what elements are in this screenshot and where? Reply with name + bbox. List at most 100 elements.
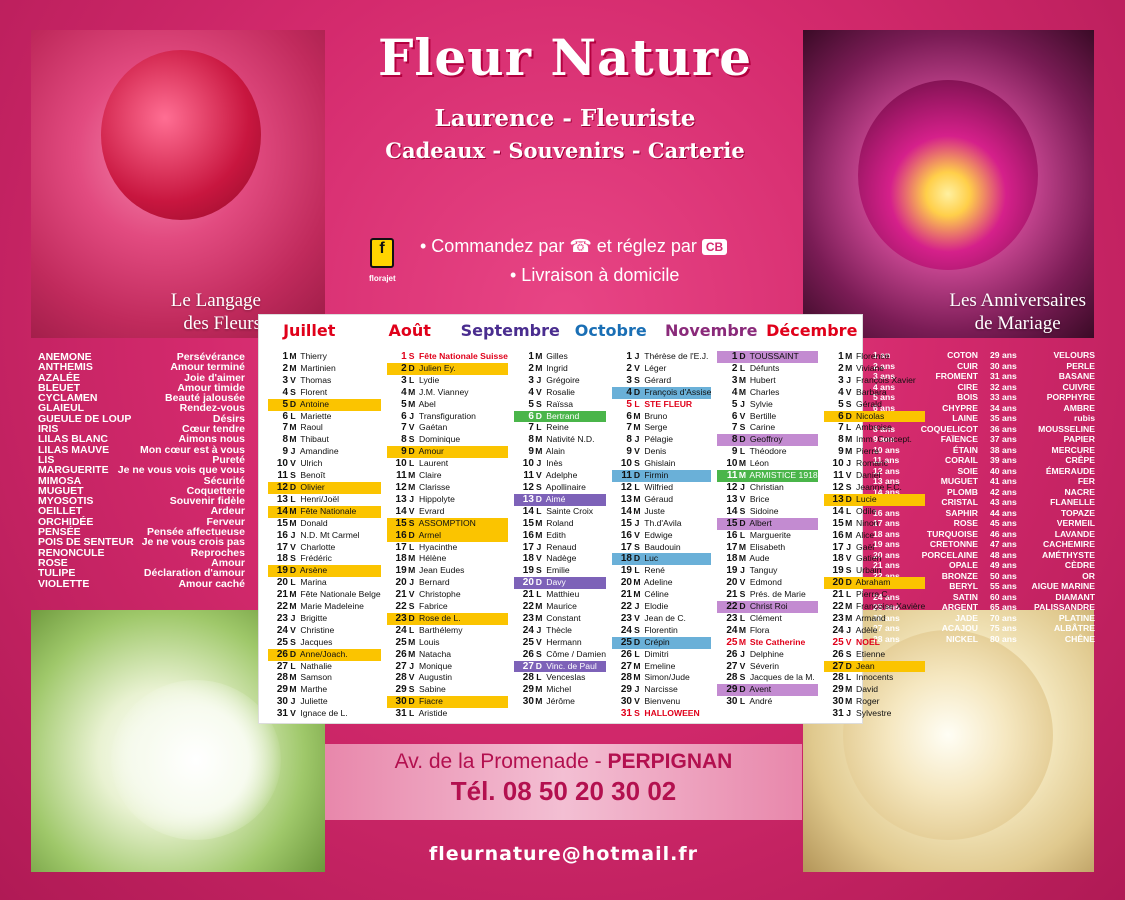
anniversary-material: ARGENT bbox=[941, 602, 978, 612]
anniversary-years: 75 ans bbox=[990, 623, 1017, 633]
anniversary-row: 55 ans AIGUE MARINE bbox=[990, 581, 1095, 592]
calendar-day: 17M Elisabeth bbox=[726, 541, 786, 553]
calendar-day: 27 V Séverin bbox=[726, 660, 779, 672]
calendar-day: 21 L Pierre C. bbox=[832, 589, 890, 601]
calendar-day: 25M Louis bbox=[395, 636, 440, 648]
calendar-day: 27 D Jean bbox=[823, 660, 926, 673]
calendar-day: 29 S Sabine bbox=[395, 684, 446, 696]
calendar-day: 19 L René bbox=[620, 565, 665, 577]
anniversary-material: CORAIL bbox=[945, 455, 978, 465]
anniversary-years: 41 ans bbox=[990, 476, 1017, 486]
month-column: 1M Thierry 2M Martinien 3 V Thomas 4 S Floren… bbox=[265, 351, 384, 720]
anniversary-row: 45 ans VERMEIL bbox=[990, 518, 1095, 529]
calendar-day: 21 L Matthieu bbox=[522, 589, 580, 601]
anniversary-years: 40 ans bbox=[990, 465, 1017, 476]
calendar-day: 23M Armand bbox=[832, 612, 886, 624]
month-column: 1M Florence 2M Viviane 3 J François Xavier 4… bbox=[821, 351, 929, 719]
calendar-day: 1J Thérèse de l'E.J. bbox=[626, 351, 709, 362]
red-cyclamen-photo: Le Langage des Fleurs bbox=[31, 30, 325, 338]
anniversary-material: NACRE bbox=[1064, 486, 1095, 497]
calendar-day: 23 J Brigitte bbox=[276, 612, 328, 624]
calendar-day: 6D Nicolas bbox=[823, 410, 926, 423]
anniversary-row: 41 ans FER bbox=[990, 476, 1095, 487]
calendar-day: 20 V Edmond bbox=[726, 577, 782, 589]
calendar-day: 17 J Gaël bbox=[832, 541, 875, 553]
anniversary-material: AMBRE bbox=[1063, 402, 1095, 413]
calendar-day: 5S Raïssa bbox=[528, 398, 574, 410]
anniversary-years: 50 ans bbox=[990, 570, 1017, 581]
anniversary-material: rubis bbox=[1073, 413, 1095, 423]
calendar-day: 9M Pierre bbox=[838, 446, 879, 458]
calendar-day: 31 V Ignace de L. bbox=[276, 708, 348, 720]
calendar-day: 8M Nativité N.D. bbox=[528, 434, 595, 446]
calendar-day: 14M Juste bbox=[620, 505, 665, 517]
email-address[interactable]: fleurnature@hotmail.fr bbox=[325, 843, 802, 865]
calendar-day: 9D Amour bbox=[386, 446, 508, 459]
calendar-day: 8J Pélagie bbox=[626, 434, 674, 446]
calendar-day: 1M Gilles bbox=[528, 351, 568, 362]
calendar-day: 29M Marthe bbox=[276, 684, 328, 696]
calendar-day: 9M Alain bbox=[528, 446, 565, 458]
calendar-day: 3L Lydie bbox=[401, 374, 440, 386]
calendar-day: 16 D Armel bbox=[386, 529, 508, 542]
anniversary-material: CUIVRE bbox=[1062, 381, 1095, 392]
calendar-day: 21 S Prés. de Marie bbox=[726, 589, 806, 601]
calendar-day: 15 J Th.d'Avila bbox=[620, 517, 682, 529]
calendar-day: 11M ARMISTICE 1918 bbox=[717, 470, 818, 482]
calendar-day: 10 V Ulrich bbox=[276, 458, 323, 470]
anniversary-years: 42 ans bbox=[990, 486, 1017, 497]
calendar-day: 3J François Xavier bbox=[838, 374, 916, 386]
calendar-day: 2V Léger bbox=[626, 362, 667, 374]
calendar-day: 15 S ASSOMPTION bbox=[386, 517, 508, 530]
anniversary-material: CHÊNE bbox=[1064, 633, 1095, 644]
calendar-day: 29 J Narcisse bbox=[620, 684, 678, 696]
calendar-day: 20M Adeline bbox=[620, 577, 673, 589]
calendar-day: 6V Bertille bbox=[731, 410, 777, 422]
calendar-day: 21M Céline bbox=[620, 589, 669, 601]
anniversary-material: ÉMERAUDE bbox=[1045, 465, 1095, 476]
calendar-day: 4V Barbara bbox=[838, 386, 887, 398]
calendar-day: 12 S Jeanne F.C. bbox=[832, 481, 902, 493]
anniversary-row: 30 ans PERLE bbox=[990, 361, 1095, 372]
anniversary-material: CHYPRE bbox=[942, 402, 978, 413]
calendar-day: 10 L Laurent bbox=[395, 458, 449, 470]
anniversary-material: DIAMANT bbox=[1055, 591, 1095, 602]
anniversary-years: 55 ans bbox=[990, 581, 1017, 591]
month-header: Juillet bbox=[283, 320, 336, 340]
anniversary-row: 40 ans ÉMERAUDE bbox=[990, 466, 1095, 477]
shop-tagline: Cadeaux - Souvenirs - Carterie bbox=[385, 138, 745, 163]
calendar-day: 15M Ninon bbox=[832, 517, 879, 529]
anniversary-row: 32 ans CUIVRE bbox=[990, 382, 1095, 393]
calendar-day: 7M Serge bbox=[626, 422, 668, 434]
calendar-day: 12 D Olivier bbox=[268, 481, 381, 494]
calendar-day: 3S Gérard bbox=[626, 374, 672, 386]
anniversary-material: FAÏENCE bbox=[940, 434, 978, 444]
anniversary-years: 46 ans bbox=[990, 528, 1017, 539]
calendar-day: 3M Hubert bbox=[731, 374, 776, 386]
anniversary-years: 60 ans bbox=[990, 591, 1017, 602]
calendar-day: 30M Jérôme bbox=[522, 696, 575, 708]
anniversary-row: 29 ans VELOURS bbox=[990, 350, 1095, 361]
anniversary-years: 32 ans bbox=[990, 381, 1017, 392]
calendar-day: 21M Fête Nationale Belge bbox=[276, 589, 381, 601]
calendar-day: 8S Dominique bbox=[401, 434, 461, 446]
anniversary-row: 43 ans FLANELLE bbox=[990, 497, 1095, 508]
anniversary-years: 36 ans bbox=[990, 423, 1017, 434]
month-header: Août bbox=[388, 320, 431, 340]
delivery-bullet: • Livraison à domicile bbox=[510, 265, 680, 285]
anniversary-row: 39 ans CRÊPE bbox=[990, 455, 1095, 466]
calendar-day: 16 L Marguerite bbox=[726, 529, 791, 541]
calendar-day: 7L Ambroise bbox=[838, 422, 892, 434]
calendar-day: 4D François d'Assise bbox=[611, 386, 712, 399]
anniversary-row: 38 ans MERCURE bbox=[990, 445, 1095, 456]
anniversary-years: 70 ans bbox=[990, 612, 1017, 623]
calendar-day: 4M Charles bbox=[731, 386, 780, 398]
anniversary-row: 42 ans NACRE bbox=[990, 487, 1095, 498]
calendar-day: 30 D Fiacre bbox=[386, 696, 508, 709]
anniversary-material: BOIS bbox=[956, 392, 978, 402]
calendar-day: 16 V Edwige bbox=[620, 529, 673, 541]
calendar-day: 16M Edith bbox=[522, 529, 566, 541]
calendar-day: 5D Antoine bbox=[268, 398, 381, 411]
anniversary-row: 65 ans PALISSANDRE bbox=[990, 602, 1095, 613]
calendar-day: 30 V Bienvenu bbox=[620, 696, 681, 708]
